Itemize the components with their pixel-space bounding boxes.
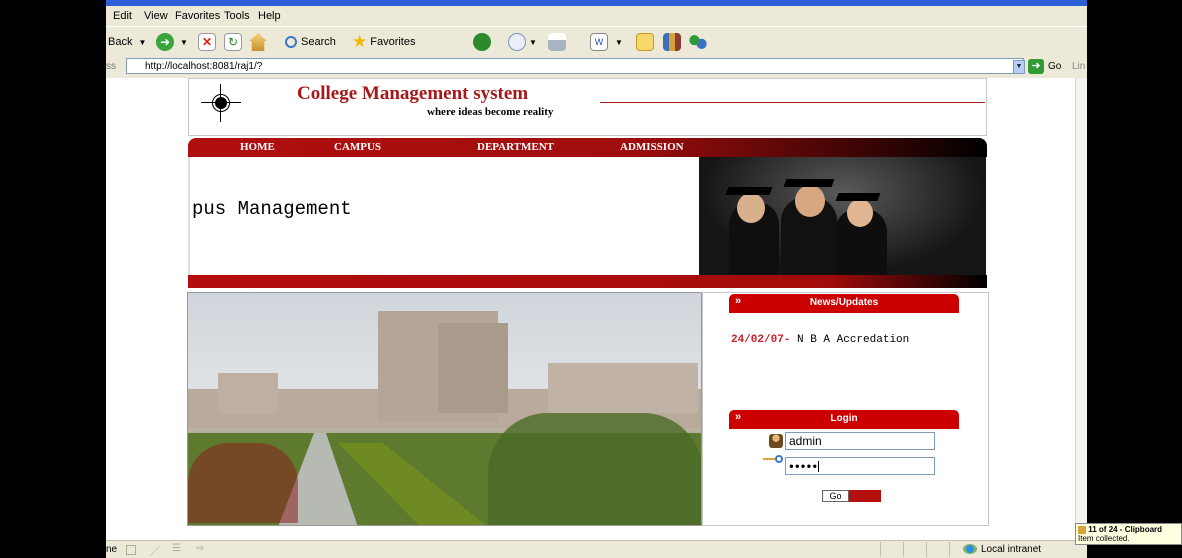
menu-tools[interactable]: Tools [224, 10, 250, 22]
home-button[interactable] [249, 33, 267, 51]
status-list-icon: ☰ [172, 543, 181, 554]
nav-home[interactable]: HOME [240, 141, 275, 153]
site-title: College Management system [297, 83, 529, 104]
clipboard-icon [1078, 525, 1086, 534]
stop-button[interactable]: ✕ [198, 33, 216, 51]
right-panel: » News/Updates 24/02/07- N B A Accredati… [702, 292, 989, 526]
messenger-icon [689, 33, 707, 51]
login-go-red-block [849, 490, 881, 502]
mail-dropdown-icon[interactable]: ▼ [529, 38, 537, 47]
discuss-button[interactable] [636, 33, 654, 51]
intranet-globe-icon [963, 544, 977, 554]
forward-arrow-icon: ➜ [156, 33, 174, 51]
banner: pus Management [188, 157, 987, 275]
research-button[interactable] [663, 33, 681, 51]
menu-help[interactable]: Help [258, 10, 281, 22]
marquee-text: pus Management [192, 198, 352, 220]
status-arrow-icon: ⇨ [196, 543, 205, 554]
key-icon [763, 455, 785, 463]
mail-icon [508, 33, 526, 51]
back-dropdown-icon[interactable]: ▼ [138, 38, 146, 47]
clipboard-title: 11 of 24 - Clipboard [1088, 525, 1163, 534]
news-header: » News/Updates [729, 294, 959, 311]
site-tagline: where ideas become reality [427, 106, 554, 118]
search-button[interactable]: Search [285, 33, 336, 51]
page-viewport: College Management system where ideas be… [106, 78, 1075, 540]
news-item[interactable]: 24/02/07- N B A Accredation [731, 334, 909, 346]
news-date: 24/02/07- [731, 334, 791, 346]
menu-bar: Edit View Favorites Tools Help [106, 6, 1087, 26]
login-title: Login [830, 413, 858, 424]
login-header-underline [729, 427, 959, 429]
print-icon [548, 33, 566, 51]
mail-button[interactable]: ▼ [508, 33, 537, 51]
login-go-label: Go [822, 490, 849, 502]
nav-admission[interactable]: ADMISSION [620, 141, 684, 153]
edit-dropdown-icon[interactable]: ▼ [615, 38, 623, 47]
nav-bar: HOME CAMPUS DEPARTMENT ADMISSION [188, 138, 987, 157]
login-go-button[interactable]: Go [822, 490, 881, 502]
back-label: Back [108, 36, 133, 48]
password-dots: ●●●●● [789, 461, 819, 471]
messenger-button[interactable] [689, 33, 707, 51]
go-button[interactable]: Go [1048, 61, 1061, 72]
zone-text: Local intranet [981, 544, 1042, 555]
vertical-scrollbar[interactable] [1075, 78, 1087, 540]
edit-button[interactable]: W ▼ [590, 33, 623, 51]
forward-button[interactable]: ➜ ▼ [156, 33, 188, 51]
campus-photo [187, 292, 702, 526]
back-button[interactable]: Back ▼ [108, 33, 146, 51]
print-button[interactable] [548, 33, 566, 51]
status-edit-icon: ／ [150, 547, 160, 558]
menu-favorites[interactable]: Favorites [175, 10, 220, 22]
toolbar: Back ▼ ➜ ▼ ✕ ↻ Search ★ Favorites ▼ W ▼ [106, 26, 1087, 58]
menu-view[interactable]: View [144, 10, 168, 22]
user-icon [769, 434, 783, 448]
username-input[interactable]: admin [785, 432, 935, 450]
refresh-button[interactable]: ↻ [224, 33, 242, 51]
clipboard-subtitle: Item collected. [1078, 534, 1130, 543]
site-header: College Management system where ideas be… [188, 78, 987, 136]
favorites-button[interactable]: ★ Favorites [352, 32, 416, 51]
status-page-icon [126, 545, 136, 555]
crosshair-logo [201, 84, 241, 122]
login-header: » Login [729, 410, 959, 427]
browser-window: Edit View Favorites Tools Help Back ▼ ➜ … [106, 0, 1087, 558]
nav-campus[interactable]: CAMPUS [334, 141, 381, 153]
status-bar: ne ／ ☰ ⇨ Local intranet [106, 540, 1087, 558]
folder-icon [636, 33, 654, 51]
stop-icon: ✕ [198, 33, 216, 51]
text-cursor [818, 461, 820, 472]
links-label[interactable]: Lin [1072, 61, 1085, 72]
title-underline [600, 102, 985, 103]
word-icon: W [590, 33, 608, 51]
search-label: Search [301, 36, 336, 48]
menu-edit[interactable]: Edit [113, 10, 132, 22]
news-title: News/Updates [809, 297, 879, 308]
home-icon [249, 33, 267, 51]
favorites-label: Favorites [370, 36, 416, 48]
banner-bottom-bar [188, 275, 987, 288]
research-books-icon [663, 33, 681, 51]
forward-dropdown-icon[interactable]: ▼ [180, 38, 188, 47]
status-text: ne [106, 544, 118, 555]
address-bar: ss ▼ ➜ Go Lin [106, 57, 1087, 77]
refresh-icon: ↻ [224, 33, 242, 51]
go-arrow-icon[interactable]: ➜ [1028, 59, 1044, 74]
history-icon [473, 33, 491, 51]
address-dropdown-icon[interactable]: ▼ [1013, 60, 1025, 74]
nav-department[interactable]: DEPARTMENT [477, 141, 554, 153]
search-icon [285, 36, 297, 48]
news-header-underline [729, 311, 959, 313]
graduates-photo [699, 157, 986, 275]
address-label: ss [106, 61, 116, 72]
news-text: N B A Accredation [790, 334, 910, 346]
clipboard-notification[interactable]: 11 of 24 - Clipboard Item collected. [1075, 523, 1182, 545]
address-input[interactable] [126, 58, 1024, 74]
favorites-star-icon: ★ [352, 32, 368, 51]
password-input[interactable]: ●●●●● [785, 457, 935, 475]
history-button[interactable] [473, 33, 491, 51]
